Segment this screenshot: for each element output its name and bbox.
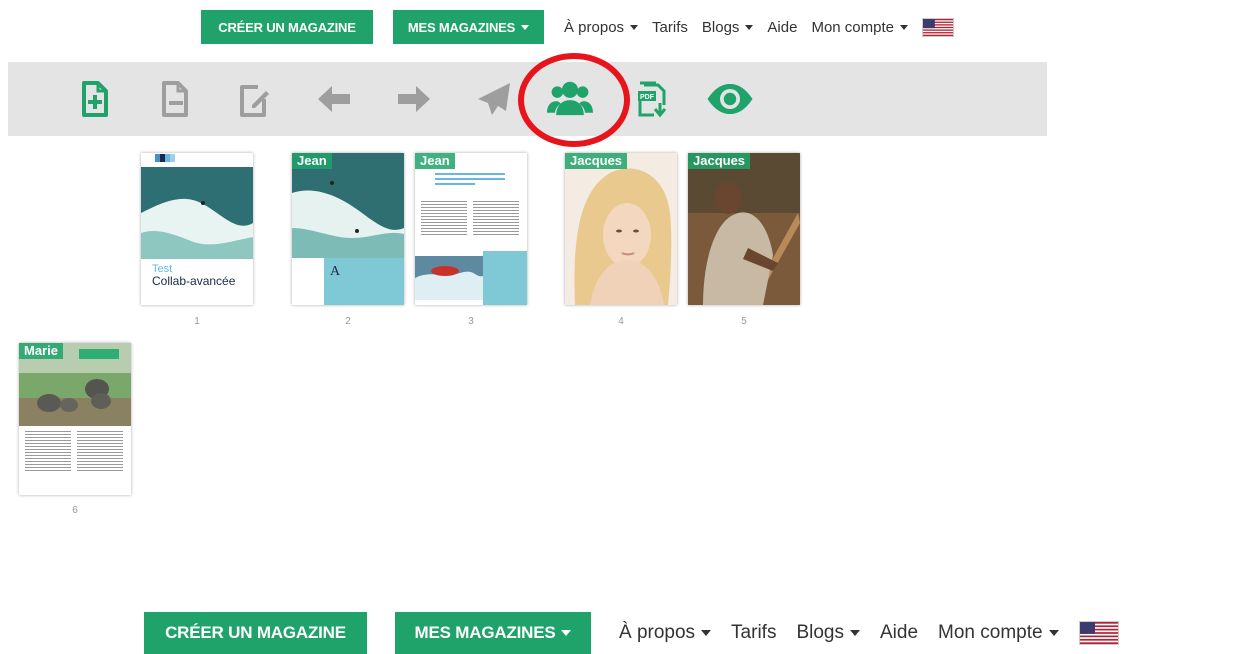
remove-page-icon — [162, 81, 188, 117]
text-column — [473, 201, 519, 237]
nav-account-label: Mon compte — [811, 18, 894, 36]
users-icon — [547, 81, 593, 116]
chevron-down-icon — [849, 630, 860, 636]
svg-text:A: A — [330, 264, 341, 279]
carpenter-photo — [688, 153, 800, 305]
chevron-down-icon — [900, 24, 908, 30]
portrait-photo — [565, 153, 677, 305]
nav-account-label: Mon compte — [938, 622, 1043, 643]
my-magazines-button[interactable]: MES MAGAZINES — [395, 612, 591, 654]
text-column — [421, 201, 467, 237]
page-number: 4 — [618, 316, 624, 327]
preview-button[interactable] — [700, 72, 760, 126]
nav-account[interactable]: Mon compte — [811, 19, 908, 36]
page-subtitle: Collab-avancée — [152, 274, 236, 288]
previous-page-button[interactable] — [304, 72, 364, 126]
text-column — [25, 431, 71, 473]
nav-blogs-label: Blogs — [701, 18, 740, 36]
nav-about[interactable]: À propos — [619, 622, 712, 644]
create-magazine-button[interactable]: CRÉER UN MAGAZINE — [144, 612, 367, 654]
nav-help[interactable]: Aide — [767, 19, 797, 36]
collaborators-button[interactable] — [540, 72, 600, 126]
page-thumbnail-6[interactable]: Marie — [19, 343, 131, 495]
surf-photo: A — [292, 153, 404, 305]
page-number: 1 — [194, 316, 200, 327]
nav-blogs[interactable]: Blogs — [796, 622, 860, 644]
nav-blogs-label: Blogs — [796, 622, 844, 643]
arrow-right-icon — [398, 86, 430, 112]
page-thumbnail-4[interactable]: Jacques — [565, 153, 677, 305]
bottom-nav: CRÉER UN MAGAZINE MES MAGAZINES À propos… — [144, 612, 1119, 654]
nav-pricing-label: Tarifs — [731, 622, 777, 643]
chevron-down-icon — [745, 24, 754, 30]
chevron-down-icon — [630, 24, 639, 30]
my-magazines-button[interactable]: MES MAGAZINES — [393, 10, 544, 44]
chevron-down-icon — [561, 630, 572, 636]
text-column — [77, 431, 123, 473]
us-flag-icon[interactable] — [922, 17, 954, 37]
nav-about-label: À propos — [619, 622, 696, 643]
eye-icon — [707, 84, 753, 114]
top-nav: CRÉER UN MAGAZINE MES MAGAZINES À propos… — [201, 10, 954, 44]
author-tag: Jacques — [688, 153, 751, 169]
nav-pricing[interactable]: Tarifs — [731, 622, 776, 644]
my-magazines-label: MES MAGAZINES — [407, 19, 516, 35]
my-magazines-label: MES MAGAZINES — [414, 623, 556, 642]
create-magazine-button[interactable]: CRÉER UN MAGAZINE — [201, 10, 373, 44]
nav-about[interactable]: À propos — [564, 18, 639, 36]
page-number: 5 — [741, 316, 747, 327]
page-thumbnail-5[interactable]: Jacques — [688, 153, 800, 305]
svg-text:PDF: PDF — [640, 94, 655, 101]
nav-pricing-label: Tarifs — [652, 18, 688, 36]
edit-page-button[interactable] — [222, 72, 282, 126]
pdf-download-button[interactable]: PDF — [622, 72, 682, 126]
author-tag: Jacques — [565, 153, 628, 169]
pdf-download-icon: PDF — [638, 81, 667, 118]
page-number: 3 — [468, 316, 474, 327]
send-icon — [478, 83, 510, 115]
page-thumbnail-1[interactable]: Test Collab-avancée — [141, 153, 253, 305]
arrow-left-icon — [318, 86, 350, 112]
send-button[interactable] — [464, 72, 524, 126]
nav-help[interactable]: Aide — [880, 622, 918, 644]
author-tag: Marie — [19, 343, 63, 359]
us-flag-icon[interactable] — [1078, 621, 1119, 645]
page-thumbnail-3[interactable]: Jean — [415, 153, 527, 305]
author-tag: Jean — [415, 153, 455, 169]
author-tag: Jean — [292, 153, 332, 169]
next-page-button[interactable] — [384, 72, 444, 126]
chevron-down-icon — [521, 24, 530, 30]
editor-toolbar: PDF — [8, 62, 1047, 136]
page-number: 6 — [72, 505, 78, 516]
nav-pricing[interactable]: Tarifs — [652, 19, 688, 36]
edit-page-icon — [240, 85, 269, 117]
chevron-down-icon — [1048, 630, 1059, 636]
nav-help-label: Aide — [879, 622, 919, 643]
nav-blogs[interactable]: Blogs — [702, 19, 754, 36]
nav-account[interactable]: Mon compte — [938, 622, 1059, 644]
nav-help-label: Aide — [767, 18, 798, 36]
nav-about-label: À propos — [564, 18, 625, 36]
remove-page-button[interactable] — [144, 72, 204, 126]
add-page-icon — [82, 81, 108, 117]
add-page-button[interactable] — [64, 72, 124, 126]
page-thumbnail-2[interactable]: A Jean — [292, 153, 404, 305]
page-number: 2 — [345, 316, 351, 327]
chevron-down-icon — [701, 630, 712, 636]
